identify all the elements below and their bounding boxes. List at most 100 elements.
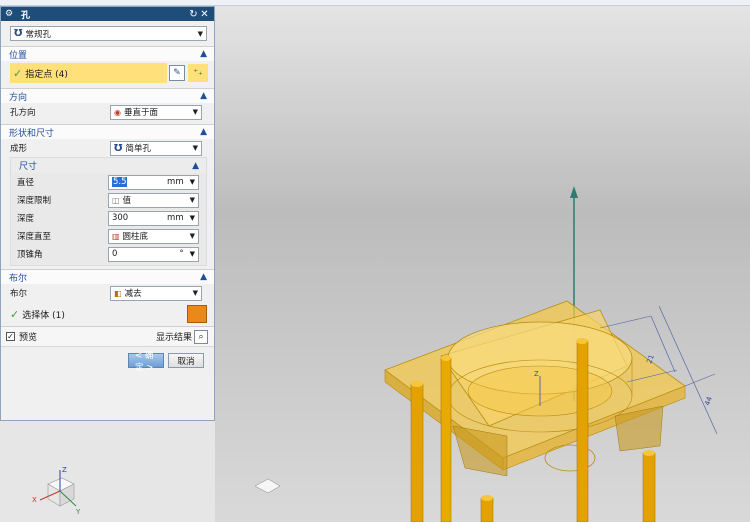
chevron-down-icon[interactable]: ▼	[190, 178, 195, 186]
rod-5[interactable]	[480, 497, 494, 522]
depth-to-value: 圆柱底	[122, 232, 149, 242]
preview-checkbox[interactable]: ✓	[6, 332, 15, 341]
svg-text:Z: Z	[534, 370, 539, 378]
diameter-label: 直径	[17, 178, 35, 188]
form-label: 成形	[10, 144, 28, 154]
section-shape-header[interactable]: 形状和尺寸 ▲	[1, 124, 214, 139]
sketch-icon[interactable]: ✎	[169, 65, 185, 81]
diameter-value[interactable]: 5.5	[111, 177, 128, 187]
rod-3[interactable]	[576, 340, 589, 522]
depth-to-label: 深度直至	[17, 232, 52, 242]
chevron-up-icon[interactable]: ▲	[200, 91, 207, 101]
diameter-row: 直径 5.5 mm ▼	[11, 173, 206, 191]
chevron-up-icon[interactable]: ▲	[200, 127, 207, 137]
depth-to-row: 深度直至 ▥ 圆柱底 ▼	[11, 227, 206, 245]
form-row: 成形 Ʊ 简单孔 ▼	[1, 139, 214, 157]
specify-point-selector[interactable]: ✓ 指定点 (4)	[10, 63, 167, 83]
depth-limit-value: 值	[122, 196, 132, 206]
view-triad	[254, 478, 281, 494]
rod-1[interactable]	[410, 383, 424, 522]
magnifier-icon[interactable]: ⌕	[194, 329, 208, 344]
cancel-button[interactable]: 取消	[168, 353, 204, 368]
triad-x-label: X	[32, 496, 37, 504]
reset-icon[interactable]: ↻	[188, 9, 199, 20]
simple-hole-icon: Ʊ	[114, 142, 123, 154]
hole-direction-label: 孔方向	[10, 108, 36, 118]
section-direction-header[interactable]: 方向 ▲	[1, 88, 214, 103]
close-icon[interactable]: ✕	[199, 9, 210, 20]
chevron-up-icon[interactable]: ▲	[192, 161, 199, 171]
form-value: 简单孔	[125, 144, 152, 154]
diameter-unit: mm	[167, 177, 184, 187]
point-dialog-icon[interactable]: ⁺₊	[188, 64, 208, 82]
boolean-label: 布尔	[10, 289, 28, 299]
graphics-viewport[interactable]: 21 44 Z	[215, 6, 750, 522]
chevron-down-icon: ▼	[189, 196, 195, 204]
dimensions-title: 尺寸	[19, 162, 38, 172]
dimension-label-44: 44	[703, 395, 714, 407]
depth-row: 深度 300 mm ▼	[11, 209, 206, 227]
boolean-value: 减去	[124, 289, 142, 299]
preview-label: 预览	[19, 333, 38, 343]
chevron-down-icon: ▼	[197, 29, 203, 38]
triad-y-label: Y	[75, 508, 81, 516]
boolean-row: 布尔 ◧ 减去 ▼	[1, 284, 214, 302]
value-cube-icon: ◫	[111, 195, 120, 205]
hole-direction-value: 垂直于面	[123, 108, 158, 118]
tip-angle-field[interactable]: 0 ° ▼	[107, 246, 199, 262]
depth-value[interactable]: 300	[112, 213, 128, 223]
triad-z-label: Z	[62, 466, 67, 474]
solid-body-icon[interactable]	[187, 305, 207, 323]
hole-direction-dropdown[interactable]: ◉ 垂直于面 ▼	[110, 104, 202, 120]
gear-icon[interactable]: ⚙	[5, 9, 15, 19]
depth-limit-dropdown[interactable]: ◫ 值 ▼	[107, 192, 199, 208]
section-direction-title: 方向	[9, 92, 28, 103]
chevron-down-icon: ▼	[192, 289, 198, 297]
direction-arrow-head[interactable]	[570, 186, 578, 198]
hole-direction-row: 孔方向 ◉ 垂直于面 ▼	[1, 103, 214, 121]
select-body-label[interactable]: 选择体 (1)	[22, 308, 187, 321]
dialog-buttons: < 确定 > 取消	[1, 346, 214, 373]
dimension-label-21: 21	[645, 354, 656, 365]
chevron-down-icon: ▼	[192, 108, 198, 116]
chevron-up-icon[interactable]: ▲	[200, 49, 207, 59]
chevron-down-icon: ▼	[189, 232, 195, 240]
hole-type-row: Ʊ 常规孔 ▼	[1, 21, 214, 46]
section-position-title: 位置	[9, 50, 28, 61]
hole-type-value: 常规孔	[25, 29, 52, 40]
depth-label: 深度	[17, 214, 35, 224]
diameter-field[interactable]: 5.5 mm ▼	[107, 174, 199, 190]
boolean-dropdown[interactable]: ◧ 减去 ▼	[110, 285, 202, 301]
dialog-title: 孔	[21, 10, 31, 21]
model-view[interactable]: 21 44 Z	[215, 6, 750, 522]
show-result-label[interactable]: 显示结果	[156, 330, 192, 343]
dimensions-header[interactable]: 尺寸 ▲	[11, 158, 206, 173]
chevron-up-icon[interactable]: ▲	[200, 272, 207, 282]
dimensions-subsection: 尺寸 ▲ 直径 5.5 mm ▼ 深度限制 ◫ 值 ▼ 深度 300 mm ▼	[10, 157, 207, 266]
chevron-down-icon[interactable]: ▼	[190, 214, 195, 222]
depth-unit: mm	[167, 213, 184, 223]
specify-point-label: 指定点 (4)	[25, 69, 68, 80]
section-boolean-header[interactable]: 布尔 ▲	[1, 269, 214, 284]
dimension-line-44	[658, 305, 718, 435]
depth-field[interactable]: 300 mm ▼	[107, 210, 199, 226]
section-position-header[interactable]: 位置 ▲	[1, 46, 214, 61]
chevron-down-icon: ▼	[192, 144, 198, 152]
checkmark-icon: ✓	[10, 307, 20, 321]
section-shape-title: 形状和尺寸	[9, 128, 55, 139]
hole-type-dropdown[interactable]: Ʊ 常规孔 ▼	[10, 26, 207, 41]
hole-dialog: ⚙ 孔 ↻ ✕ Ʊ 常规孔 ▼ 位置 ▲ ✓ 指定点 (4) ✎ ⁺₊ 方向 ▲…	[0, 6, 215, 421]
rod-4[interactable]	[642, 452, 656, 522]
tip-angle-unit: °	[179, 249, 184, 259]
axis-triad: Z X Y	[32, 466, 81, 516]
rod-2[interactable]	[440, 357, 452, 522]
depth-limit-label: 深度限制	[17, 196, 52, 206]
normal-to-face-icon: ◉	[114, 107, 121, 117]
dimension-line-21	[650, 315, 676, 373]
chevron-down-icon[interactable]: ▼	[190, 250, 195, 258]
depth-to-dropdown[interactable]: ▥ 圆柱底 ▼	[107, 228, 199, 244]
ok-button[interactable]: < 确定 >	[128, 351, 164, 373]
form-dropdown[interactable]: Ʊ 简单孔 ▼	[110, 140, 202, 156]
tip-angle-row: 顶锥角 0 ° ▼	[11, 245, 206, 263]
position-row: ✓ 指定点 (4) ✎ ⁺₊	[1, 61, 214, 85]
